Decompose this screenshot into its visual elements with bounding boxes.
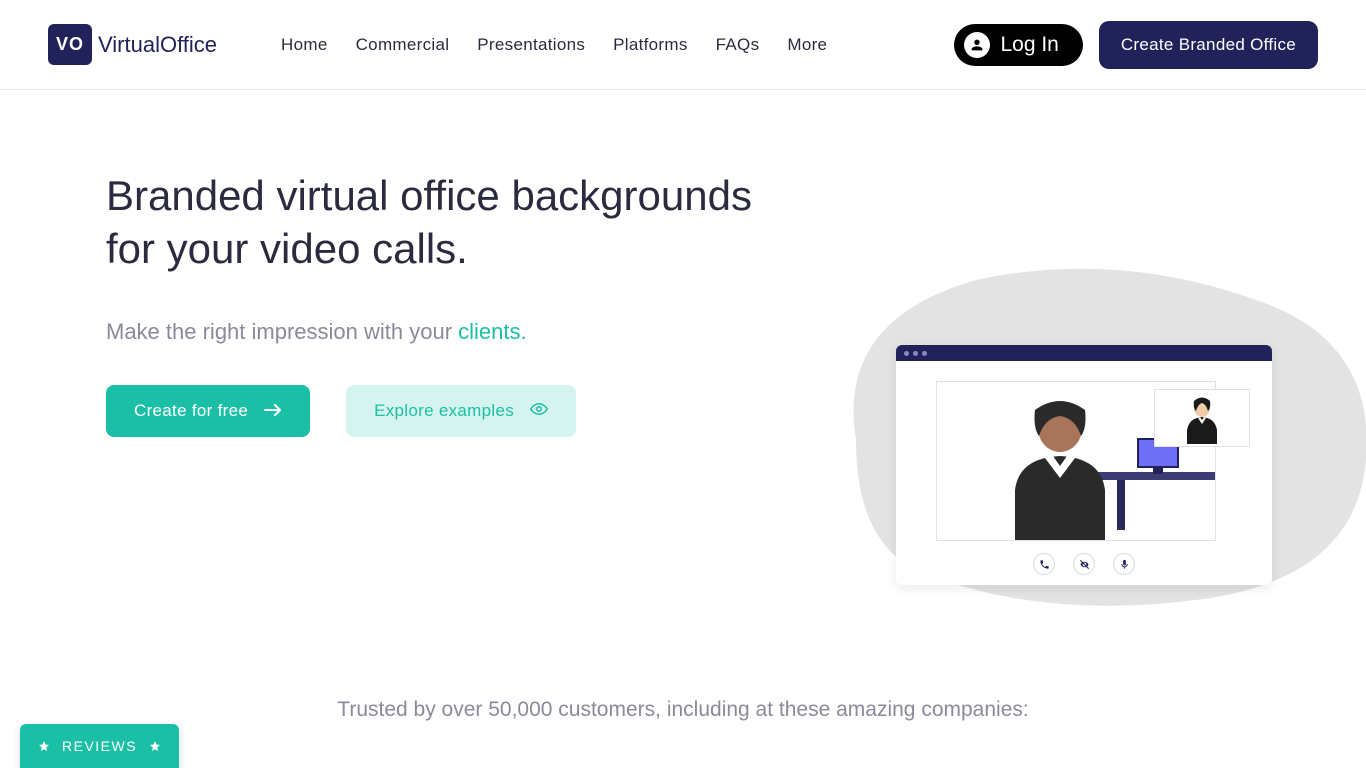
nav-presentations[interactable]: Presentations (477, 35, 585, 55)
hero-buttons: Create for free Explore examples (106, 385, 756, 437)
window-dot-icon (904, 351, 909, 356)
hero-title: Branded virtual office backgrounds for y… (106, 170, 756, 275)
nav-platforms[interactable]: Platforms (613, 35, 688, 55)
trusted-text: Trusted by over 50,000 customers, includ… (0, 698, 1366, 722)
hero-subtitle-accent: clients. (458, 319, 526, 344)
explore-examples-label: Explore examples (374, 401, 514, 421)
create-free-label: Create for free (134, 401, 248, 421)
person-main-illustration (995, 400, 1125, 540)
user-icon (964, 32, 990, 58)
logo-badge: VO (48, 24, 92, 65)
login-label: Log In (1000, 33, 1058, 57)
video-call-window (896, 345, 1272, 585)
main-nav: Home Commercial Presentations Platforms … (281, 35, 827, 55)
login-button[interactable]: Log In (954, 24, 1082, 66)
reviews-badge[interactable]: REVIEWS (20, 724, 179, 768)
microphone-icon (1113, 553, 1135, 575)
window-titlebar (896, 345, 1272, 361)
reviews-label: REVIEWS (62, 738, 137, 754)
star-icon (38, 740, 50, 752)
explore-examples-button[interactable]: Explore examples (346, 385, 576, 437)
nav-home[interactable]: Home (281, 35, 328, 55)
create-branded-office-button[interactable]: Create Branded Office (1099, 21, 1318, 69)
logo[interactable]: VO VirtualOffice (48, 24, 217, 65)
hero-subtitle-prefix: Make the right impression with your (106, 319, 458, 344)
video-controls (1033, 553, 1135, 575)
star-icon (149, 740, 161, 752)
window-dot-icon (922, 351, 927, 356)
hero-subtitle: Make the right impression with your clie… (106, 319, 756, 345)
create-free-button[interactable]: Create for free (106, 385, 310, 437)
phone-icon (1033, 553, 1055, 575)
monitor-stand-illustration (1153, 468, 1163, 474)
hero-illustration (776, 240, 1366, 620)
video-pip-frame (1154, 389, 1250, 447)
nav-faqs[interactable]: FAQs (716, 35, 760, 55)
hero-content: Branded virtual office backgrounds for y… (106, 170, 756, 437)
arrow-right-icon (264, 401, 282, 421)
video-call-body (896, 361, 1272, 585)
trusted-section: Trusted by over 50,000 customers, includ… (0, 698, 1366, 722)
hero-section: Branded virtual office backgrounds for y… (0, 90, 1366, 437)
logo-text: VirtualOffice (98, 32, 217, 58)
nav-more[interactable]: More (787, 35, 827, 55)
nav-commercial[interactable]: Commercial (356, 35, 450, 55)
eye-icon (530, 401, 548, 421)
eye-off-icon (1073, 553, 1095, 575)
header-actions: Log In Create Branded Office (954, 21, 1318, 69)
site-header: VO VirtualOffice Home Commercial Present… (0, 0, 1366, 90)
window-dot-icon (913, 351, 918, 356)
person-pip-illustration (1181, 396, 1223, 444)
